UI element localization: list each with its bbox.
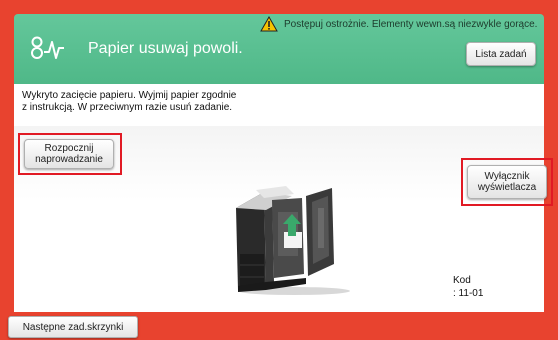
error-code-value: : 11-01 (453, 288, 484, 299)
warning-strip: Postępuj ostrożnie. Elementy wewn.są nie… (260, 14, 544, 34)
instruction-line-1: Wykryto zacięcie papieru. Wyjmij papier … (22, 90, 237, 101)
job-list-button[interactable]: Lista zadań (466, 42, 536, 66)
paper-jam-icon (31, 36, 64, 59)
instruction-text: Wykryto zacięcie papieru. Wyjmij papier … (22, 90, 282, 114)
next-job-button[interactable]: Następne zad.skrzynki (8, 316, 138, 338)
message-panel: Wykryto zacięcie papieru. Wyjmij papier … (14, 84, 544, 127)
display-switch-label-1: Wyłącznik (484, 171, 530, 182)
error-code-label: Kod (453, 275, 471, 286)
printer-illustration (236, 186, 350, 295)
start-guide-button[interactable]: Rozpocznij naprowadzanie (24, 139, 114, 169)
start-guide-label-1: Rozpocznij (44, 143, 94, 154)
display-switch-label-2: wyświetlacza (477, 182, 537, 193)
start-guide-label-2: naprowadzanie (35, 154, 103, 165)
error-code: Kod : 11-01 (453, 274, 483, 300)
warning-triangle-icon (260, 16, 278, 32)
display-switch-button[interactable]: Wyłącznik wyświetlacza (467, 165, 547, 199)
instruction-line-2: z instrukcją. W przeciwnym razie usuń za… (22, 102, 233, 113)
warning-text: Postępuj ostrożnie. Elementy wewn.są nie… (284, 18, 538, 30)
page-title: Papier usuwaj powoli. (88, 40, 243, 57)
